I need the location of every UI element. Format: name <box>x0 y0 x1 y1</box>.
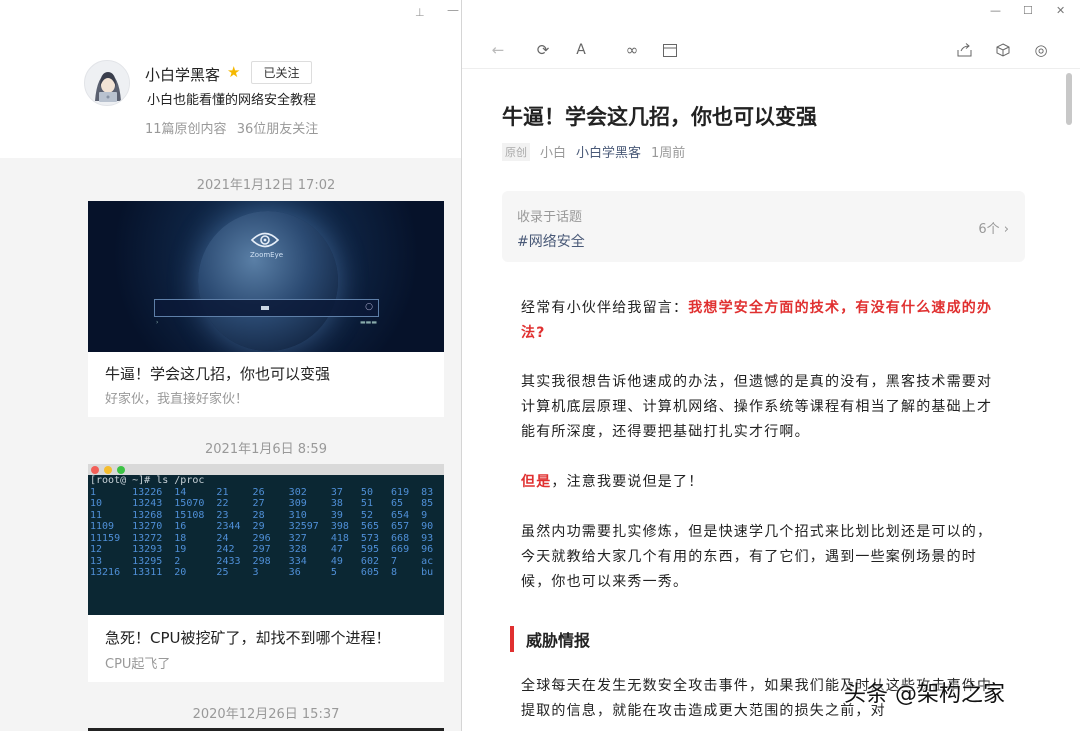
topic-collection[interactable]: 收录于话题 #网络安全 6个 › <box>502 191 1025 262</box>
terminal-row: 11159 13272 18 24 296 327 418 573 668 93 <box>90 532 434 544</box>
article-source: 小白 <box>540 146 567 161</box>
topic-count[interactable]: 6个 › <box>978 218 1009 237</box>
window-icon[interactable] <box>660 40 680 60</box>
watermark: 头条 @架构之家 <box>844 682 1005 707</box>
font-size-icon[interactable]: A <box>571 40 591 60</box>
follow-button[interactable]: 已关注 <box>251 61 312 84</box>
article-thumbnail: ZoomEye ○ › ▬▬▬ <box>88 201 444 352</box>
link-icon[interactable]: ∞ <box>622 40 642 60</box>
more-icon[interactable]: ◎ <box>1031 40 1051 60</box>
article-meta: 原创 小白 小白学黑客 1周前 <box>502 142 685 161</box>
feed-date: 2021年1月6日 8:59 <box>205 442 327 457</box>
feed-title[interactable]: 急死！CPU被挖矿了，却找不到哪个进程！ <box>105 627 391 648</box>
thumb-searchbar: ○ <box>154 299 379 317</box>
article-author-link[interactable]: 小白学黑客 <box>576 142 641 161</box>
terminal-row: 10 13243 15070 22 27 309 38 51 65 85 <box>90 498 434 509</box>
terminal-row: 13 13295 2 2433 298 334 49 602 7 ac <box>90 555 434 567</box>
author-name[interactable]: 小白学黑客 <box>145 64 220 85</box>
pin-icon[interactable]: ⊥ <box>415 6 425 19</box>
paragraph: 但是，注意我要说但是了！ <box>521 474 704 490</box>
paragraph: 经常有小伙伴给我留言：我想学安全方面的技术，有没有什么速成的办法? <box>521 300 993 341</box>
terminal-row: 11 13268 15108 23 28 310 39 52 654 9 <box>90 509 428 521</box>
feed-date: 2021年1月12日 17:02 <box>196 178 336 193</box>
refresh-icon[interactable]: ⟳ <box>533 40 553 60</box>
terminal-prompt: [root@ ~]# ls /proc <box>90 475 205 486</box>
follower-count: 36位朋友关注 <box>236 122 319 137</box>
article-reader-pane: — ☐ ✕ ← ⟳ A ∞ ◎ 牛逼！学会这几招，你也可以变强 原创 小白 小白… <box>462 0 1080 731</box>
terminal-row: 1109 13270 16 2344 29 32597 398 565 657 … <box>90 521 434 532</box>
arrow-left-icon[interactable]: ← <box>488 40 508 60</box>
cube-icon[interactable] <box>993 40 1013 60</box>
feed-title[interactable]: 牛逼！学会这几招，你也可以变强 <box>105 363 330 384</box>
minimize-icon[interactable]: — <box>990 4 1001 17</box>
feed-date: 2020年12月26日 15:37 <box>192 707 340 722</box>
terminal-row: 13216 13311 20 25 3 36 5 605 8 bu <box>90 567 434 578</box>
terminal-row: 1 13226 14 21 26 302 37 50 619 83 <box>90 486 434 498</box>
star-icon: ★ <box>227 63 241 81</box>
topic-tag[interactable]: #网络安全 <box>517 231 585 251</box>
scrollbar-thumb[interactable] <box>1066 73 1072 125</box>
original-badge: 原创 <box>502 142 530 161</box>
article-time: 1周前 <box>651 146 686 161</box>
section-heading: 威胁情报 <box>510 626 590 652</box>
paragraph: 其实我很想告诉他速成的办法，但遗憾的是真的没有，黑客技术需要对计算机底层原理、计… <box>521 374 993 440</box>
topic-label: 收录于话题 <box>517 210 583 225</box>
article-list-pane: ⊥ — 小白学黑客 ★ 已关注 小白也能看懂的网络安全教程 11篇原创内容 36… <box>0 0 461 731</box>
share-icon[interactable] <box>954 40 974 60</box>
zoomeye-logo-icon <box>250 232 280 248</box>
author-stats: 11篇原创内容 36位朋友关注 <box>145 118 318 137</box>
maximize-icon[interactable]: ☐ <box>1023 4 1033 17</box>
avatar[interactable] <box>84 60 130 106</box>
terminal-row: 12 13293 19 242 297 328 47 595 669 96 <box>90 544 434 555</box>
article-thumbnail: [root@ ~]# ls /proc 1 13226 14 21 26 302… <box>88 464 444 615</box>
paragraph: 虽然内功需要扎实修炼，但是快速学几个招式来比划比划还是可以的，今天就教给大家几个… <box>521 524 993 590</box>
search-icon: ○ <box>365 302 373 312</box>
zoomeye-text: ZoomEye <box>250 251 284 259</box>
feed-subtitle: CPU起飞了 <box>105 657 171 672</box>
author-header: ⊥ — 小白学黑客 ★ 已关注 小白也能看懂的网络安全教程 11篇原创内容 36… <box>0 0 461 158</box>
close-icon[interactable]: ✕ <box>1056 4 1065 17</box>
author-bio: 小白也能看懂的网络安全教程 <box>147 93 317 108</box>
article-title: 牛逼！学会这几招，你也可以变强 <box>502 105 817 129</box>
feed-card[interactable]: ZoomEye ○ › ▬▬▬ 牛逼！学会这几招，你也可以变强 好家伙，我直接好… <box>88 201 444 417</box>
original-count: 11篇原创内容 <box>145 122 227 137</box>
hacker-avatar-icon <box>85 61 129 105</box>
feed-card[interactable]: [root@ ~]# ls /proc 1 13226 14 21 26 302… <box>88 464 444 682</box>
feed-subtitle: 好家伙，我直接好家伙！ <box>105 392 249 407</box>
minimize-icon[interactable]: — <box>447 3 459 17</box>
